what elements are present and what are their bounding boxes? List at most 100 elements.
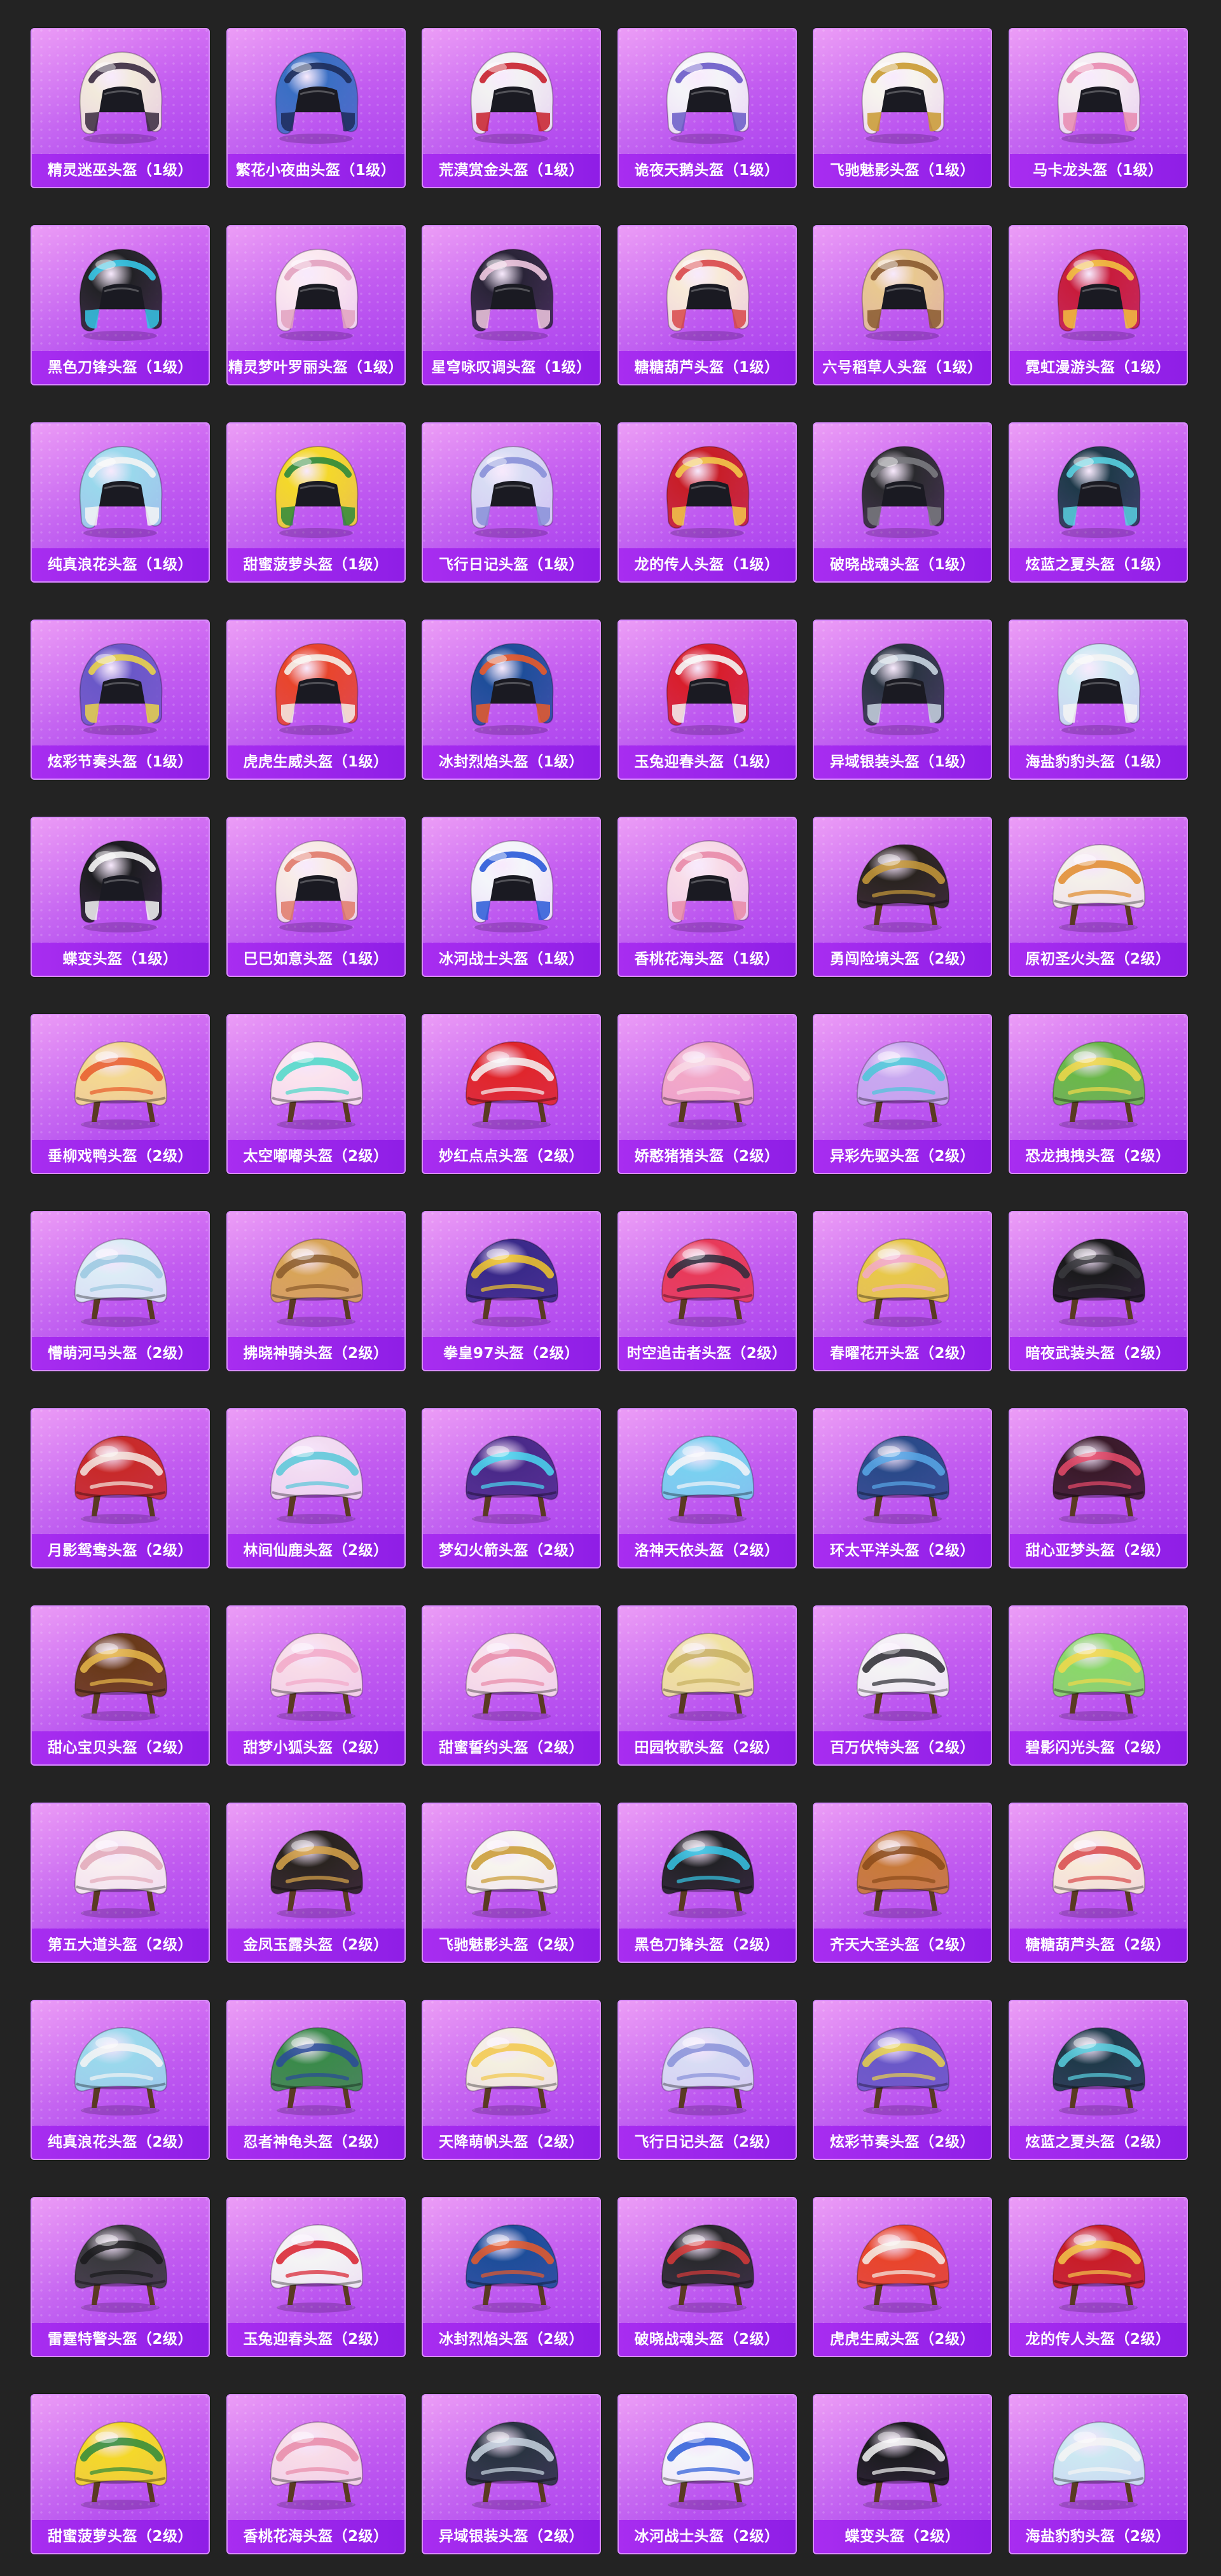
helmet-card[interactable]: 甜蜜誓约头盔（2级）: [422, 1605, 601, 1766]
helmet-card[interactable]: 蝶变头盔（2级）: [813, 2394, 992, 2554]
helmet-card[interactable]: 月影鸳鸯头盔（2级）: [31, 1408, 210, 1568]
helmet-card[interactable]: 飞驰魅影头盔（2级）: [422, 1803, 601, 1963]
helmet-card[interactable]: 太空嘟嘟头盔（2级）: [226, 1014, 406, 1174]
helmet-card[interactable]: 甜心宝贝头盔（2级）: [31, 1605, 210, 1766]
helmet-card[interactable]: 垂柳戏鸭头盔（2级）: [31, 1014, 210, 1174]
helmet-card[interactable]: 勇闯险境头盔（2级）: [813, 817, 992, 977]
helmet-card[interactable]: 荒漠赏金头盔（1级）: [422, 28, 601, 188]
helmet-card[interactable]: 香桃花海头盔（1级）: [617, 817, 797, 977]
helmet-card[interactable]: 炫蓝之夏头盔（2级）: [1008, 2000, 1188, 2160]
helmet-name: 飞驰魅影头盔（2级）: [423, 1929, 600, 1962]
helmet-card[interactable]: 异域银装头盔（1级）: [813, 620, 992, 780]
black-butterfly-moto-helmet-icon: [79, 840, 163, 932]
helmet-name: 马卡龙头盔（1级）: [1009, 154, 1187, 187]
helmet-card[interactable]: 甜蜜菠萝头盔（1级）: [226, 422, 406, 583]
helmet-card[interactable]: 洛神天依头盔（2级）: [617, 1408, 797, 1568]
helmet-card[interactable]: 田园牧歌头盔（2级）: [617, 1605, 797, 1766]
helmet-card[interactable]: 海盐豹豹头盔（1级）: [1008, 620, 1188, 780]
mandarin-duck-helmet-icon: [74, 1435, 168, 1524]
helmet-card[interactable]: 糖糖葫芦头盔（1级）: [617, 225, 797, 385]
helmet-card[interactable]: 梦幻火箭头盔（2级）: [422, 1408, 601, 1568]
helmet-card[interactable]: 飞行日记头盔（2级）: [617, 2000, 797, 2160]
helmet-card[interactable]: 懵萌河马头盔（2级）: [31, 1211, 210, 1371]
helmet-card[interactable]: 糖糖葫芦头盔（2级）: [1008, 1803, 1188, 1963]
helmet-card[interactable]: 霓虹漫游头盔（1级）: [1008, 225, 1188, 385]
helmet-card[interactable]: 飞行日记头盔（1级）: [422, 422, 601, 583]
helmet-card[interactable]: 拂晓神骑头盔（2级）: [226, 1211, 406, 1371]
helmet-card[interactable]: 虎虎生威头盔（2级）: [813, 2197, 992, 2357]
glacier-moto-helmet-icon: [470, 840, 554, 932]
helmet-card[interactable]: 炫彩节奏头盔（1级）: [31, 620, 210, 780]
helmet-card[interactable]: 暗夜武装头盔（2级）: [1008, 1211, 1188, 1371]
helmet-image: [814, 1212, 991, 1338]
helmet-card[interactable]: 黑色刀锋头盔（1级）: [31, 225, 210, 385]
helmet-card[interactable]: 蝶变头盔（1级）: [31, 817, 210, 977]
helmet-name: 飞行日记头盔（2级）: [618, 2126, 796, 2159]
helmet-card[interactable]: 齐天大圣头盔（2级）: [813, 1803, 992, 1963]
helmet-card[interactable]: 星穹咏叹调头盔（1级）: [422, 225, 601, 385]
helmet-card[interactable]: 拳皇97头盔（2级）: [422, 1211, 601, 1371]
helmet-image: [423, 29, 600, 155]
helmet-card[interactable]: 金凤玉露头盔（2级）: [226, 1803, 406, 1963]
helmet-card[interactable]: 玉兔迎春头盔（2级）: [226, 2197, 406, 2357]
helmet-card[interactable]: 娇憨猪猪头盔（2级）: [617, 1014, 797, 1174]
helmet-card[interactable]: 异彩先驱头盔（2级）: [813, 1014, 992, 1174]
helmet-card[interactable]: 冰河战士头盔（1级）: [422, 817, 601, 977]
helmet-card[interactable]: 碧影闪光头盔（2级）: [1008, 1605, 1188, 1766]
helmet-card[interactable]: 炫彩节奏头盔（2级）: [813, 2000, 992, 2160]
helmet-card[interactable]: 恐龙拽拽头盔（2级）: [1008, 1014, 1188, 1174]
helmet-card[interactable]: 冰封烈焰头盔（1级）: [422, 620, 601, 780]
helmet-card[interactable]: 异域银装头盔（2级）: [422, 2394, 601, 2554]
helmet-card[interactable]: 春曜花开头盔（2级）: [813, 1211, 992, 1371]
helmet-card[interactable]: 繁花小夜曲头盔（1级）: [226, 28, 406, 188]
helmet-card[interactable]: 甜蜜菠萝头盔（2级）: [31, 2394, 210, 2554]
helmet-card[interactable]: 百万伏特头盔（2级）: [813, 1605, 992, 1766]
helmet-image: [32, 2001, 209, 2127]
helmet-name: 金凤玉露头盔（2级）: [227, 1929, 404, 1962]
helmet-name: 霓虹漫游头盔（1级）: [1009, 351, 1187, 384]
helmet-card[interactable]: 香桃花海头盔（2级）: [226, 2394, 406, 2554]
helmet-card[interactable]: 破晓战魂头盔（2级）: [617, 2197, 797, 2357]
helmet-image: [32, 29, 209, 155]
helmet-card[interactable]: 龙的传人头盔（2级）: [1008, 2197, 1188, 2357]
helmet-card[interactable]: 龙的传人头盔（1级）: [617, 422, 797, 583]
helmet-card[interactable]: 天降萌帆头盔（2级）: [422, 2000, 601, 2160]
helmet-card[interactable]: 虎虎生威头盔（1级）: [226, 620, 406, 780]
helmet-card[interactable]: 甜心亚梦头盔（2级）: [1008, 1408, 1188, 1568]
helmet-image: [1010, 2395, 1187, 2521]
helmet-card[interactable]: 海盐豹豹头盔（2级）: [1008, 2394, 1188, 2554]
helmet-name: 冰河战士头盔（2级）: [618, 2520, 796, 2553]
helmet-name: 荒漠赏金头盔（1级）: [423, 154, 600, 187]
helmet-card[interactable]: 时空追击者头盔（2级）: [617, 1211, 797, 1371]
helmet-card[interactable]: 原初圣火头盔（2级）: [1008, 817, 1188, 977]
helmet-card[interactable]: 精灵迷巫头盔（1级）: [31, 28, 210, 188]
helmet-card[interactable]: 甜梦小狐头盔（2级）: [226, 1605, 406, 1766]
helmet-image: [423, 2001, 600, 2127]
helmet-card[interactable]: 黑色刀锋头盔（2级）: [617, 1803, 797, 1963]
helmet-card[interactable]: 环太平洋头盔（2级）: [813, 1408, 992, 1568]
helmet-card[interactable]: 巳巳如意头盔（1级）: [226, 817, 406, 977]
helmet-card[interactable]: 诡夜天鹅头盔（1级）: [617, 28, 797, 188]
helmet-name: 糖糖葫芦头盔（1级）: [618, 351, 796, 384]
helmet-card[interactable]: 冰河战士头盔（2级）: [617, 2394, 797, 2554]
helmet-card[interactable]: 精灵梦叶罗丽头盔（1级）: [226, 225, 406, 385]
helmet-card[interactable]: 炫蓝之夏头盔（1级）: [1008, 422, 1188, 583]
helmet-card[interactable]: 六号稻草人头盔（1级）: [813, 225, 992, 385]
helmet-card[interactable]: 第五大道头盔（2级）: [31, 1803, 210, 1963]
helmet-card[interactable]: 冰封烈焰头盔（2级）: [422, 2197, 601, 2357]
helmet-card[interactable]: 纯真浪花头盔（1级）: [31, 422, 210, 583]
helmet-card[interactable]: 妙红点点头盔（2级）: [422, 1014, 601, 1174]
helmet-card[interactable]: 纯真浪花头盔（2级）: [31, 2000, 210, 2160]
helmet-card[interactable]: 破晓战魂头盔（1级）: [813, 422, 992, 583]
helmet-image: [814, 29, 991, 155]
helmet-card[interactable]: 林间仙鹿头盔（2级）: [226, 1408, 406, 1568]
helmet-card[interactable]: 雷霆特警头盔（2级）: [31, 2197, 210, 2357]
helmet-image: [423, 1015, 600, 1141]
helmet-image: [814, 424, 991, 550]
helmet-name: 繁花小夜曲头盔（1级）: [227, 154, 404, 187]
helmet-card[interactable]: 马卡龙头盔（1级）: [1008, 28, 1188, 188]
helmet-card[interactable]: 飞驰魅影头盔（1级）: [813, 28, 992, 188]
helmet-card[interactable]: 玉兔迎春头盔（1级）: [617, 620, 797, 780]
helmet-card[interactable]: 忍者神龟头盔（2级）: [226, 2000, 406, 2160]
red-dot-military-helmet-icon: [465, 1041, 559, 1130]
